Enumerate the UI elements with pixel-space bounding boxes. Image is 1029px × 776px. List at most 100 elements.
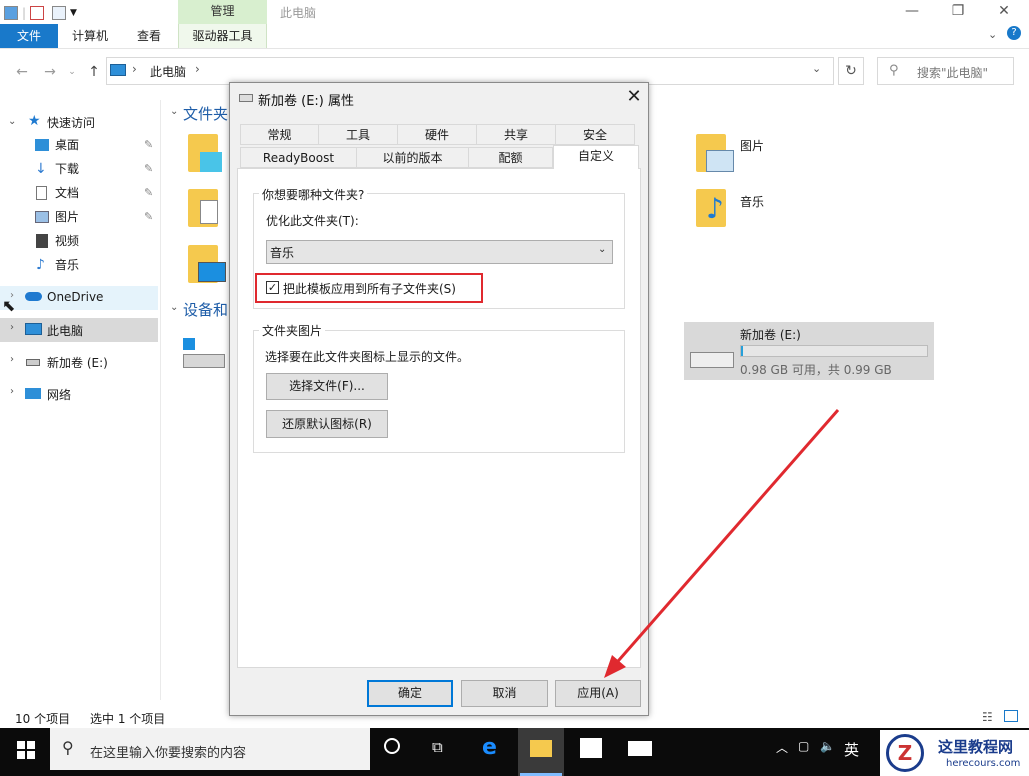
sidebar-item-network[interactable]: 网络 xyxy=(47,386,71,403)
tab-drive-tools[interactable]: 驱动器工具 xyxy=(178,24,267,48)
large-icons-view-icon[interactable] xyxy=(1004,710,1018,722)
pin-icon[interactable]: ✎ xyxy=(144,134,153,156)
folder-music-label[interactable]: 音乐 xyxy=(740,193,764,210)
tab-sharing[interactable]: 共享 xyxy=(476,124,556,145)
sidebar-item-quick-access[interactable]: 快速访问 xyxy=(47,114,95,131)
tab-general[interactable]: 常规 xyxy=(240,124,319,145)
red-highlight-box xyxy=(255,273,483,303)
this-pc-icon xyxy=(110,64,126,76)
drive-icon xyxy=(239,94,253,102)
address-bar[interactable] xyxy=(106,57,834,85)
dialog-close-button[interactable]: ✕ xyxy=(622,86,646,107)
devices-section-header[interactable]: 设备和 xyxy=(183,299,228,320)
restore-default-button[interactable]: 还原默认图标(R) xyxy=(266,410,388,438)
address-path[interactable]: 此电脑 xyxy=(150,63,186,80)
drive-icon xyxy=(26,359,40,366)
choose-file-button[interactable]: 选择文件(F)... xyxy=(266,373,388,400)
chevron-down-icon[interactable]: ⌄ xyxy=(598,244,606,255)
apply-button[interactable]: 应用(A) xyxy=(555,680,641,707)
chevron-right-icon[interactable]: › xyxy=(10,386,14,397)
folder-picture-description: 选择要在此文件夹图标上显示的文件。 xyxy=(265,350,470,364)
back-arrow-icon[interactable]: ← xyxy=(12,62,32,82)
manage-context-tab[interactable]: 管理 xyxy=(178,0,267,24)
optimize-select-value: 音乐 xyxy=(270,246,295,260)
details-view-icon[interactable]: ☷ xyxy=(982,710,993,724)
drive-icon xyxy=(183,354,225,368)
windows-logo-icon xyxy=(183,338,195,350)
forward-arrow-icon[interactable]: → xyxy=(40,62,60,82)
help-icon[interactable]: ? xyxy=(1007,26,1021,40)
task-view-icon[interactable]: ⧉ xyxy=(432,738,443,756)
chevron-right-icon[interactable]: › xyxy=(10,354,14,365)
new-folder-icon[interactable] xyxy=(52,6,67,20)
cancel-button[interactable]: 取消 xyxy=(461,680,548,707)
windows-start-icon[interactable] xyxy=(16,740,36,760)
optimize-label: 优化此文件夹(T): xyxy=(266,214,359,228)
chevron-down-icon[interactable]: ⌄ xyxy=(812,62,821,75)
sidebar-item-documents[interactable]: 文档 ✎ xyxy=(0,182,158,204)
chevron-down-icon[interactable]: ⌄ xyxy=(8,116,16,127)
properties-icon[interactable] xyxy=(30,6,45,20)
edge-icon[interactable]: e xyxy=(482,735,497,760)
chevron-right-icon[interactable]: › xyxy=(132,62,137,76)
chevron-right-icon[interactable]: › xyxy=(10,322,14,333)
sidebar-item-drive-e[interactable]: 新加卷 (E:) xyxy=(47,354,108,371)
watermark-url: herecours.com xyxy=(946,758,1021,769)
drive-usage-fill xyxy=(741,346,743,356)
sidebar-item-music[interactable]: ♪ 音乐 xyxy=(0,254,158,276)
chevron-right-icon[interactable]: › xyxy=(195,62,200,76)
tab-view[interactable]: 查看 xyxy=(124,24,174,48)
document-icon xyxy=(36,186,47,200)
status-selected-count: 选中 1 个项目 xyxy=(90,712,166,726)
maximize-button[interactable]: ❐ xyxy=(935,0,981,24)
pin-icon[interactable]: ✎ xyxy=(144,206,153,228)
desktop-icon xyxy=(198,262,226,282)
music-note-icon: ♪ xyxy=(706,192,724,225)
taskbar-search-placeholder: 在这里输入你要搜索的内容 xyxy=(90,746,247,761)
input-method-indicator[interactable]: 英 xyxy=(844,739,859,760)
tab-previous-versions[interactable]: 以前的版本 xyxy=(356,147,469,168)
search-icon: ⚲ xyxy=(62,738,74,757)
watermark-logo: Z xyxy=(886,734,924,772)
folder-pictures-label[interactable]: 图片 xyxy=(740,137,764,154)
store-icon[interactable] xyxy=(580,738,602,758)
refresh-button[interactable]: ↻ xyxy=(838,57,864,85)
tab-customize[interactable]: 自定义 xyxy=(553,145,639,169)
chevron-down-icon[interactable]: ⌄ xyxy=(170,302,178,313)
sidebar-item-desktop[interactable]: 桌面 ✎ xyxy=(0,134,158,156)
ok-button[interactable]: 确定 xyxy=(367,680,453,707)
title-bar xyxy=(0,0,1029,24)
sidebar-item-videos[interactable]: 视频 xyxy=(0,230,158,252)
sidebar-item-pictures[interactable]: 图片 ✎ xyxy=(0,206,158,228)
tab-file[interactable]: 文件 xyxy=(0,24,58,48)
ribbon-expand-icon[interactable]: ⌄ xyxy=(988,28,997,41)
tab-quota[interactable]: 配额 xyxy=(468,147,553,168)
minimize-button[interactable]: — xyxy=(889,0,935,24)
folder-picture-group-title: 文件夹图片 xyxy=(259,322,326,339)
computer-icon[interactable] xyxy=(4,6,18,20)
dialog-title: 新加卷 (E:) 属性 xyxy=(258,94,355,109)
volume-icon[interactable]: 🔈 xyxy=(820,739,835,753)
chevron-up-icon[interactable]: ︿ xyxy=(776,739,788,756)
mail-icon[interactable] xyxy=(628,741,652,756)
status-item-count: 10 个项目 xyxy=(15,712,71,726)
up-arrow-icon[interactable]: ↑ xyxy=(84,62,104,82)
pin-icon[interactable]: ✎ xyxy=(144,158,153,180)
chevron-down-icon[interactable]: ⌄ xyxy=(170,106,178,117)
tab-computer[interactable]: 计算机 xyxy=(62,24,118,48)
tab-tools[interactable]: 工具 xyxy=(318,124,398,145)
tab-security[interactable]: 安全 xyxy=(555,124,635,145)
tab-hardware[interactable]: 硬件 xyxy=(397,124,477,145)
music-note-icon: ♪ xyxy=(36,257,45,273)
tab-readyboost[interactable]: ReadyBoost xyxy=(240,147,357,168)
recent-locations-icon[interactable]: ⌄ xyxy=(62,62,82,82)
cortana-icon[interactable] xyxy=(384,738,400,754)
sidebar-item-downloads[interactable]: ↓ 下载 ✎ xyxy=(0,158,158,180)
pin-icon[interactable]: ✎ xyxy=(144,182,153,204)
optimize-select[interactable] xyxy=(266,240,613,264)
customize-qat-icon[interactable]: ▼ xyxy=(70,8,77,18)
this-pc-label: 此电脑 xyxy=(47,324,84,338)
close-button[interactable]: ✕ xyxy=(981,0,1027,24)
folders-section-header[interactable]: 文件夹 xyxy=(183,103,228,124)
notification-icon[interactable]: ▢ xyxy=(798,739,809,753)
